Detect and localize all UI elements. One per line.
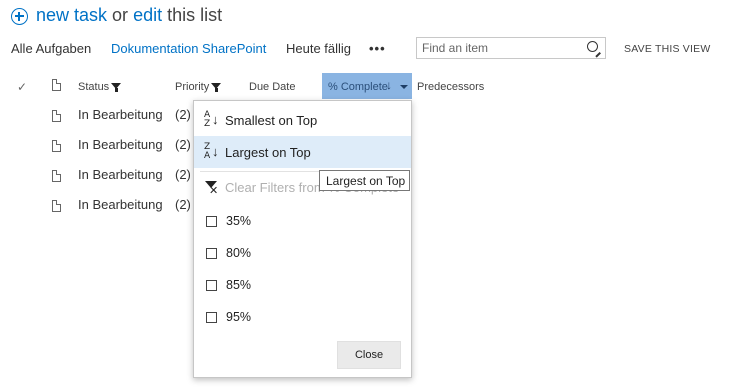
sort-descending-item[interactable]: Z A ↓ Largest on Top bbox=[194, 136, 411, 168]
chevron-down-icon[interactable] bbox=[400, 85, 408, 89]
tooltip: Largest on Top bbox=[319, 170, 410, 191]
row-document-icon bbox=[52, 200, 61, 212]
table-row-priority: (2) bbox=[175, 137, 191, 152]
column-header-predecessors[interactable]: Predecessors bbox=[417, 81, 484, 93]
edit-list-link[interactable]: edit bbox=[133, 5, 162, 25]
filter-checkbox[interactable] bbox=[206, 312, 217, 323]
table-row-status[interactable]: In Bearbeitung bbox=[78, 167, 163, 182]
filter-checkbox[interactable] bbox=[206, 216, 217, 227]
column-header-status[interactable]: Status bbox=[78, 81, 122, 93]
search-input[interactable] bbox=[422, 40, 572, 56]
select-all-checkmark-icon[interactable]: ✓ bbox=[17, 80, 27, 94]
column-dropdown-menu: A Z ↓ Smallest on Top Z A ↓ Largest on Top ✕… bbox=[193, 100, 412, 378]
table-row-status[interactable]: In Bearbeitung bbox=[78, 197, 163, 212]
percent-complete-header-label: % Complete bbox=[328, 81, 388, 93]
view-due-today[interactable]: Heute fällig bbox=[286, 41, 351, 56]
table-row-priority: (2) bbox=[175, 197, 191, 212]
filter-option-label: 35% bbox=[226, 214, 252, 228]
or-text: or bbox=[107, 5, 134, 25]
page-heading: new task or edit this list bbox=[36, 5, 222, 26]
table-row-status[interactable]: In Bearbeitung bbox=[78, 137, 163, 152]
view-dokumentation-sharepoint[interactable]: Dokumentation SharePoint bbox=[111, 41, 266, 56]
sort-descending-arrow-icon: ↓ bbox=[386, 78, 392, 92]
status-filter-icon bbox=[111, 83, 122, 92]
add-task-icon[interactable] bbox=[11, 8, 28, 25]
row-document-icon bbox=[52, 110, 61, 122]
sort-descending-label: Largest on Top bbox=[225, 145, 311, 160]
save-view-button[interactable]: SAVE THIS VIEW bbox=[624, 43, 710, 55]
table-row-status[interactable]: In Bearbeitung bbox=[78, 107, 163, 122]
table-row-priority: (2) bbox=[175, 107, 191, 122]
filter-option-label: 80% bbox=[226, 246, 252, 260]
filter-checkbox[interactable] bbox=[206, 280, 217, 291]
table-row-priority: (2) bbox=[175, 167, 191, 182]
status-header-label: Status bbox=[78, 81, 110, 93]
priority-header-label: Priority bbox=[175, 81, 210, 93]
view-all-tasks[interactable]: Alle Aufgaben bbox=[11, 41, 91, 56]
close-button[interactable]: Close bbox=[337, 341, 401, 369]
row-document-icon bbox=[52, 170, 61, 182]
column-header-percent-complete[interactable]: % Complete ↓ bbox=[322, 73, 412, 99]
filter-option-label: 85% bbox=[226, 278, 252, 292]
more-views-button[interactable]: ••• bbox=[369, 41, 386, 56]
tooltip-text: Largest on Top bbox=[326, 174, 406, 188]
new-task-link[interactable]: new task bbox=[36, 5, 107, 25]
sort-ascending-item[interactable]: A Z ↓ Smallest on Top bbox=[194, 104, 411, 136]
search-icon[interactable] bbox=[587, 41, 598, 52]
column-header-due-date[interactable]: Due Date bbox=[249, 81, 295, 93]
filter-checkbox[interactable] bbox=[206, 248, 217, 259]
priority-filter-icon bbox=[211, 83, 222, 92]
filter-option-label: 95% bbox=[226, 310, 252, 324]
sort-ascending-label: Smallest on Top bbox=[225, 113, 318, 128]
column-header-priority[interactable]: Priority bbox=[175, 81, 222, 93]
row-document-icon bbox=[52, 140, 61, 152]
document-type-icon bbox=[52, 79, 61, 91]
sort-ascending-icon: A Z ↓ bbox=[204, 110, 219, 129]
sort-descending-icon: Z A ↓ bbox=[204, 142, 219, 161]
this-list-text: this list bbox=[162, 5, 223, 25]
search-box[interactable] bbox=[416, 37, 606, 59]
